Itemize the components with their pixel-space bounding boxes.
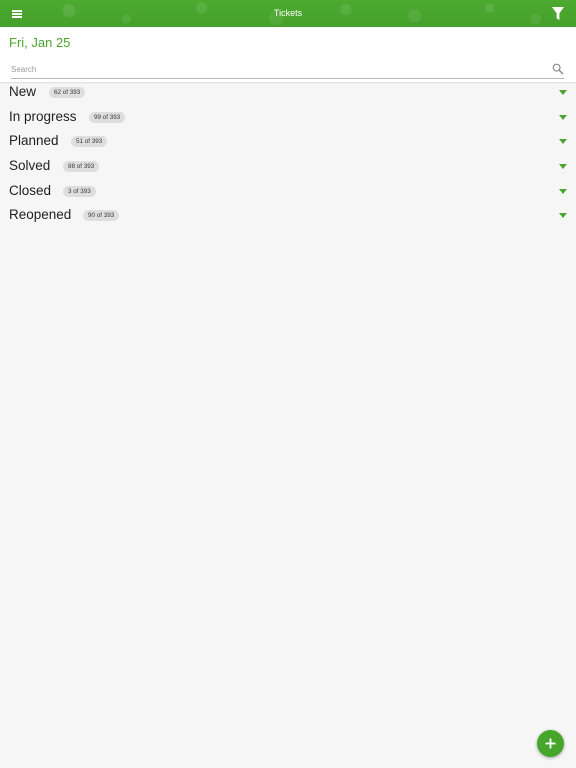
group-count-badge: 90 of 393 (83, 210, 120, 222)
expand-arrow-icon[interactable] (559, 213, 567, 219)
group-row-in-progress[interactable]: In progress 99 of 393 (0, 105, 576, 130)
date-header: Fri, Jan 25 (0, 27, 576, 82)
group-row-planned[interactable]: Planned 51 of 393 (0, 129, 576, 154)
page-title: Tickets (273, 8, 303, 18)
group-count-badge: 62 of 393 (49, 87, 86, 98)
group-name: New (9, 84, 37, 99)
group-count-badge: 99 of 393 (89, 111, 126, 123)
expand-arrow-icon[interactable] (559, 114, 567, 120)
group-name: Closed (9, 182, 52, 198)
group-count-badge: 88 of 393 (63, 161, 100, 173)
search-input[interactable] (11, 62, 541, 76)
group-name: In progress (9, 108, 77, 124)
expand-arrow-icon[interactable] (559, 139, 567, 145)
group-count-badge: 3 of 393 (63, 185, 96, 197)
group-name: Solved (9, 158, 51, 174)
expand-arrow-icon[interactable] (559, 90, 567, 95)
tickets-screen: Tickets Fri, Jan 25 New 62 of 393 In pro… (0, 0, 576, 768)
date-label: Fri, Jan 25 (9, 35, 71, 50)
expand-arrow-icon[interactable] (559, 188, 567, 194)
expand-arrow-icon[interactable] (559, 164, 567, 170)
group-row-new[interactable]: New 62 of 393 (0, 80, 576, 105)
search-icon[interactable] (552, 63, 564, 75)
group-row-closed[interactable]: Closed 3 of 393 (0, 179, 576, 204)
plus-icon (545, 738, 556, 749)
ticket-group-list: New 62 of 393 In progress 99 of 393 Plan… (0, 80, 576, 228)
group-name: Reopened (9, 207, 72, 223)
group-count-badge: 51 of 393 (71, 136, 108, 148)
search-bar (11, 62, 564, 79)
group-name: Planned (9, 133, 59, 149)
group-row-solved[interactable]: Solved 88 of 393 (0, 154, 576, 179)
add-ticket-button[interactable] (537, 730, 564, 757)
group-row-reopened[interactable]: Reopened 90 of 393 (0, 203, 576, 228)
filter-funnel-icon (552, 7, 564, 20)
top-app-bar: Tickets (0, 0, 576, 27)
filter-button[interactable] (550, 5, 566, 22)
